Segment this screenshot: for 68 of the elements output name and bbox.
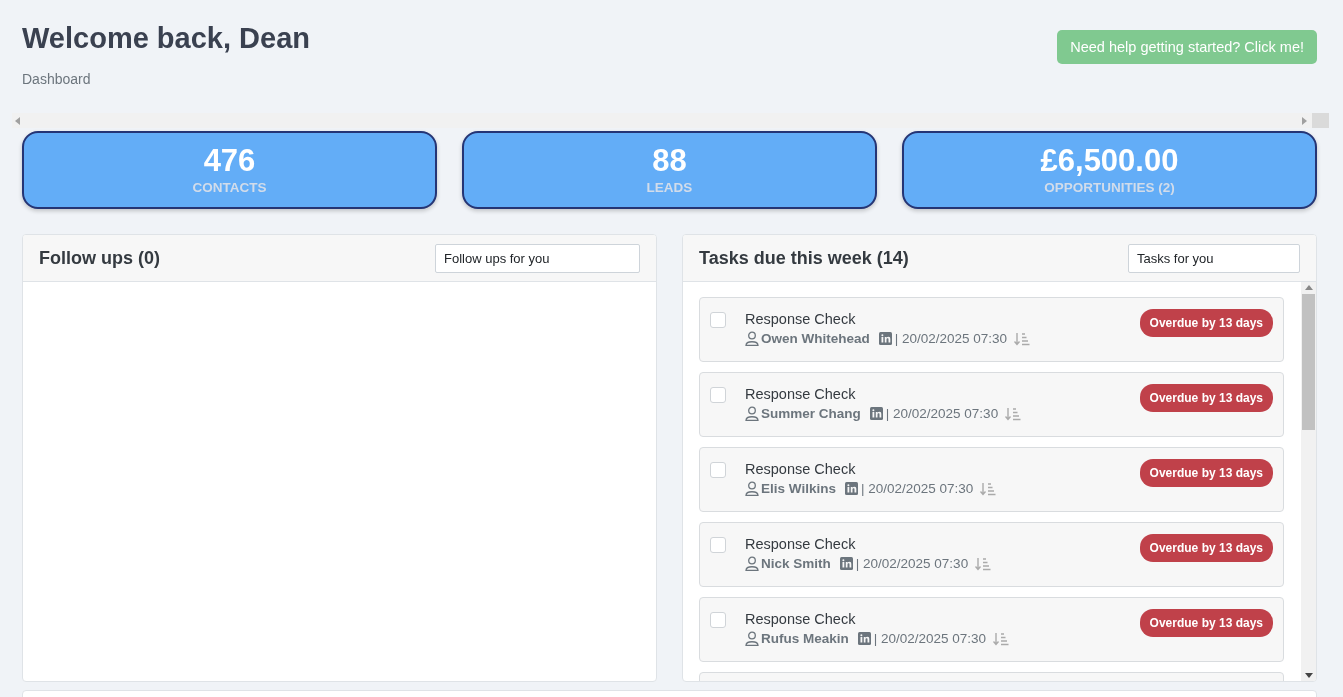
stat-value: 476 [202, 143, 257, 179]
vertical-scrollbar[interactable] [1301, 282, 1316, 681]
panel-title: Tasks due this week (14) [699, 247, 909, 269]
sort-icon[interactable] [980, 481, 997, 496]
contact-name[interactable]: Nick Smith [761, 556, 831, 571]
task-title: Response Check [745, 610, 857, 628]
task-checkbox[interactable] [710, 312, 726, 328]
stat-label: OPPORTUNITIES (2) [1043, 180, 1176, 195]
sort-icon[interactable] [975, 556, 992, 571]
task-date: | 20/02/2025 07:30 [885, 406, 999, 421]
stat-label: CONTACTS [191, 180, 268, 195]
overdue-badge: Overdue by 13 days [1139, 309, 1273, 337]
sort-icon[interactable] [993, 631, 1010, 646]
task-checkbox[interactable] [710, 387, 726, 403]
task-date: | 20/02/2025 07:30 [894, 331, 1008, 346]
task-title: Response Check [745, 385, 857, 403]
stat-value: 88 [651, 143, 688, 179]
stat-label: LEADS [645, 180, 694, 195]
panel-title: Follow ups (0) [39, 247, 160, 269]
task-title: Response Check [745, 310, 857, 328]
person-icon [745, 556, 759, 571]
scroll-down-icon[interactable] [1304, 673, 1313, 678]
stat-card[interactable]: 476 CONTACTS [22, 131, 437, 209]
stat-value: £6,500.00 [1039, 143, 1180, 179]
horizontal-scrollbar[interactable] [12, 113, 1329, 128]
task-card[interactable]: Response Check Elis Wilkins | 20/02/2025 07:30 Overdue by 13 days [699, 447, 1284, 512]
contact-name[interactable]: Elis Wilkins [761, 481, 836, 496]
person-icon [745, 481, 759, 496]
linkedin-icon[interactable] [878, 332, 892, 345]
task-checkbox[interactable] [710, 612, 726, 628]
overdue-badge: Overdue by 13 days [1139, 384, 1273, 412]
scroll-right-icon[interactable] [1302, 116, 1308, 125]
linkedin-icon[interactable] [844, 482, 858, 495]
scroll-corner [1312, 113, 1329, 128]
person-icon [745, 406, 759, 421]
task-card[interactable]: Response Check Owen Whitehead | 20/02/2025 07:30 Overdue by 13 days [699, 297, 1284, 362]
page-title: Welcome back, Dean [22, 22, 310, 55]
person-icon [745, 631, 759, 646]
overdue-badge: Overdue by 13 days [1139, 459, 1273, 487]
overdue-badge: Overdue by 13 days [1139, 609, 1273, 637]
stat-card[interactable]: 88 LEADS [462, 131, 877, 209]
contact-name[interactable]: Rufus Meakin [761, 631, 849, 646]
task-title: Response Check [745, 535, 857, 553]
scroll-left-icon[interactable] [15, 116, 21, 125]
task-title: Response Check [745, 460, 857, 478]
task-date: | 20/02/2025 07:30 [860, 481, 974, 496]
stat-card[interactable]: £6,500.00 OPPORTUNITIES (2) [902, 131, 1317, 209]
overdue-badge: Overdue by 13 days [1139, 534, 1273, 562]
linkedin-icon[interactable] [857, 632, 871, 645]
breadcrumb: Dashboard [22, 71, 92, 87]
contact-name[interactable]: Owen Whitehead [761, 331, 870, 346]
task-date: | 20/02/2025 07:30 [855, 556, 969, 571]
contact-name[interactable]: Summer Chang [761, 406, 861, 421]
task-card[interactable]: Response Check Summer Chang | 20/02/2025 07:30 Overdue by 13 days [699, 372, 1284, 437]
linkedin-icon[interactable] [869, 407, 883, 420]
task-checkbox[interactable] [710, 462, 726, 478]
task-card[interactable]: Response Check Rufus Meakin | 20/02/2025 07:30 Overdue by 13 days [699, 597, 1284, 662]
task-checkbox[interactable] [710, 537, 726, 553]
scroll-thumb[interactable] [1302, 294, 1315, 430]
linkedin-icon[interactable] [839, 557, 853, 570]
person-icon [745, 331, 759, 346]
task-date: | 20/02/2025 07:30 [873, 631, 987, 646]
filter-field[interactable]: Tasks for you [1128, 243, 1300, 273]
filter-field[interactable]: Follow ups for you [435, 243, 640, 273]
sort-icon[interactable] [1005, 406, 1022, 421]
task-card[interactable]: Response Check Nick Smith | 20/02/2025 07:30 Overdue by 13 days [699, 522, 1284, 587]
scroll-up-icon[interactable] [1304, 285, 1313, 290]
sort-icon[interactable] [1014, 331, 1031, 346]
